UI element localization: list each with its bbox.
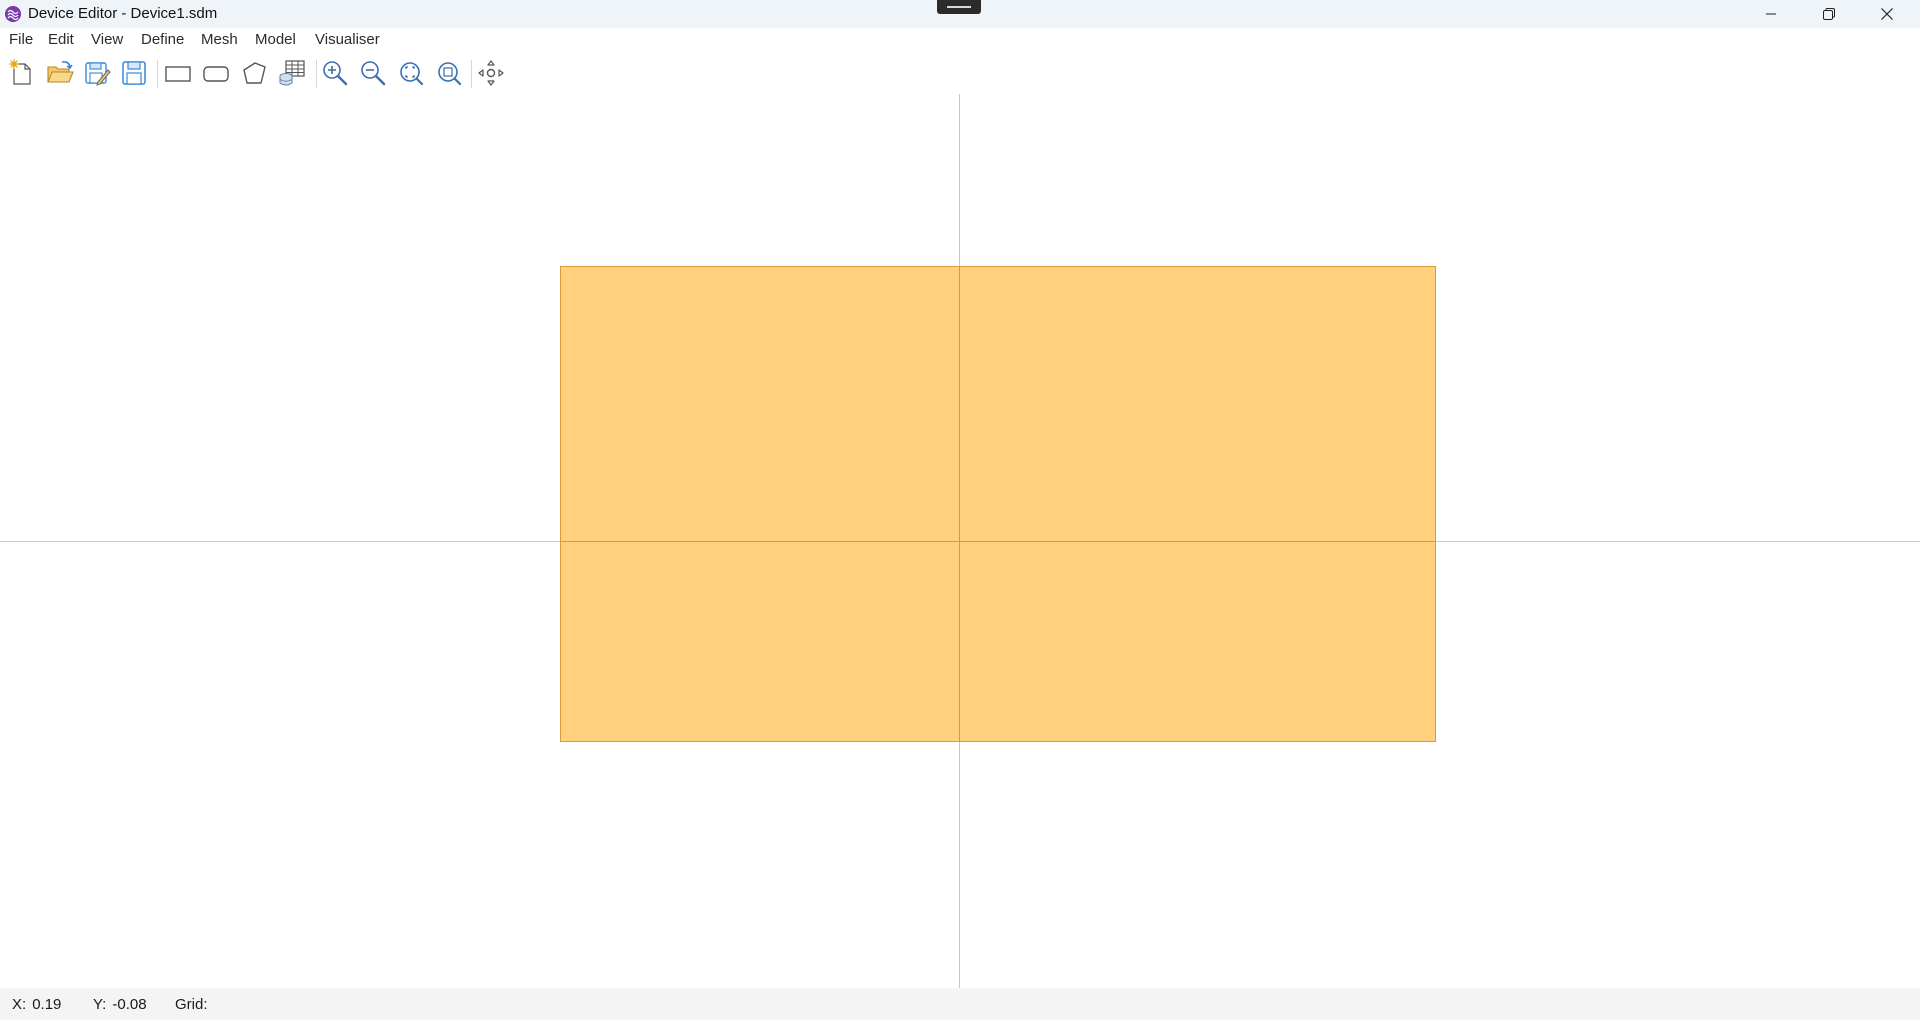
save-button[interactable] bbox=[117, 56, 151, 90]
toolbar bbox=[0, 52, 1920, 94]
zoom-fit-button[interactable] bbox=[394, 56, 428, 90]
new-file-icon bbox=[9, 59, 31, 85]
draw-rounded-rectangle-button[interactable] bbox=[199, 56, 233, 90]
title-bar[interactable]: Device Editor - Device1.sdm bbox=[0, 0, 1920, 28]
material-table-icon bbox=[279, 60, 305, 86]
toolbar-separator bbox=[316, 60, 317, 88]
zoom-in-button[interactable] bbox=[318, 56, 352, 90]
pan-view-button[interactable] bbox=[474, 56, 508, 90]
zoom-extents-icon bbox=[438, 62, 462, 86]
device-region-rectangle[interactable] bbox=[560, 266, 1436, 742]
grid-readout: Grid: bbox=[175, 996, 214, 1013]
close-icon bbox=[1881, 8, 1893, 20]
menu-define[interactable]: Define bbox=[140, 31, 185, 48]
cursor-x-label: X: bbox=[12, 996, 27, 1013]
save-as-icon bbox=[85, 62, 111, 86]
close-button[interactable] bbox=[1858, 0, 1916, 28]
restore-button[interactable] bbox=[1800, 0, 1858, 28]
menu-edit[interactable]: Edit bbox=[47, 31, 75, 48]
snap-layout-handle[interactable] bbox=[937, 0, 981, 14]
save-as-button[interactable] bbox=[80, 56, 114, 90]
open-button[interactable] bbox=[43, 56, 77, 90]
pan-view-icon bbox=[478, 60, 504, 86]
cursor-y-readout: Y: -0.08 bbox=[93, 996, 147, 1013]
minimize-button[interactable] bbox=[1742, 0, 1800, 28]
polygon-icon bbox=[243, 62, 266, 84]
zoom-in-icon bbox=[323, 61, 348, 86]
save-icon bbox=[122, 61, 146, 85]
cursor-x-value: 0.19 bbox=[32, 996, 62, 1013]
cursor-y-value: -0.08 bbox=[112, 996, 147, 1013]
y-axis-overlay bbox=[959, 266, 960, 742]
zoom-out-button[interactable] bbox=[356, 56, 390, 90]
minimize-icon bbox=[1766, 13, 1776, 15]
rounded-rectangle-icon bbox=[203, 66, 229, 82]
open-folder-icon bbox=[47, 61, 74, 83]
cursor-x-readout: X: 0.19 bbox=[12, 996, 61, 1013]
device-editor-window: Device Editor - Device1.sdm File Edit Vi… bbox=[0, 0, 1920, 1020]
toolbar-separator bbox=[471, 60, 472, 88]
rectangle-icon bbox=[165, 66, 191, 82]
menu-bar: File Edit View Define Mesh Model Visuali… bbox=[0, 28, 1920, 52]
menu-model[interactable]: Model bbox=[254, 31, 297, 48]
zoom-out-icon bbox=[361, 61, 386, 86]
menu-mesh[interactable]: Mesh bbox=[200, 31, 239, 48]
zoom-extents-button[interactable] bbox=[432, 56, 466, 90]
grid-label: Grid: bbox=[175, 996, 208, 1013]
restore-icon bbox=[1823, 8, 1835, 20]
materials-button[interactable] bbox=[275, 56, 309, 90]
app-logo-icon bbox=[5, 6, 21, 22]
x-axis-overlay bbox=[560, 541, 1436, 542]
design-canvas[interactable] bbox=[0, 94, 1920, 988]
cursor-y-label: Y: bbox=[93, 996, 107, 1013]
toolbar-separator bbox=[157, 60, 158, 88]
status-bar: X: 0.19 Y: -0.08 Grid: bbox=[0, 988, 1920, 1020]
menu-view[interactable]: View bbox=[90, 31, 124, 48]
draw-polygon-button[interactable] bbox=[237, 56, 271, 90]
draw-rectangle-button[interactable] bbox=[161, 56, 195, 90]
new-file-button[interactable] bbox=[5, 56, 39, 90]
zoom-fit-icon bbox=[400, 62, 424, 86]
window-title: Device Editor - Device1.sdm bbox=[28, 5, 218, 22]
menu-file[interactable]: File bbox=[8, 31, 34, 48]
menu-visualiser[interactable]: Visualiser bbox=[314, 31, 381, 48]
